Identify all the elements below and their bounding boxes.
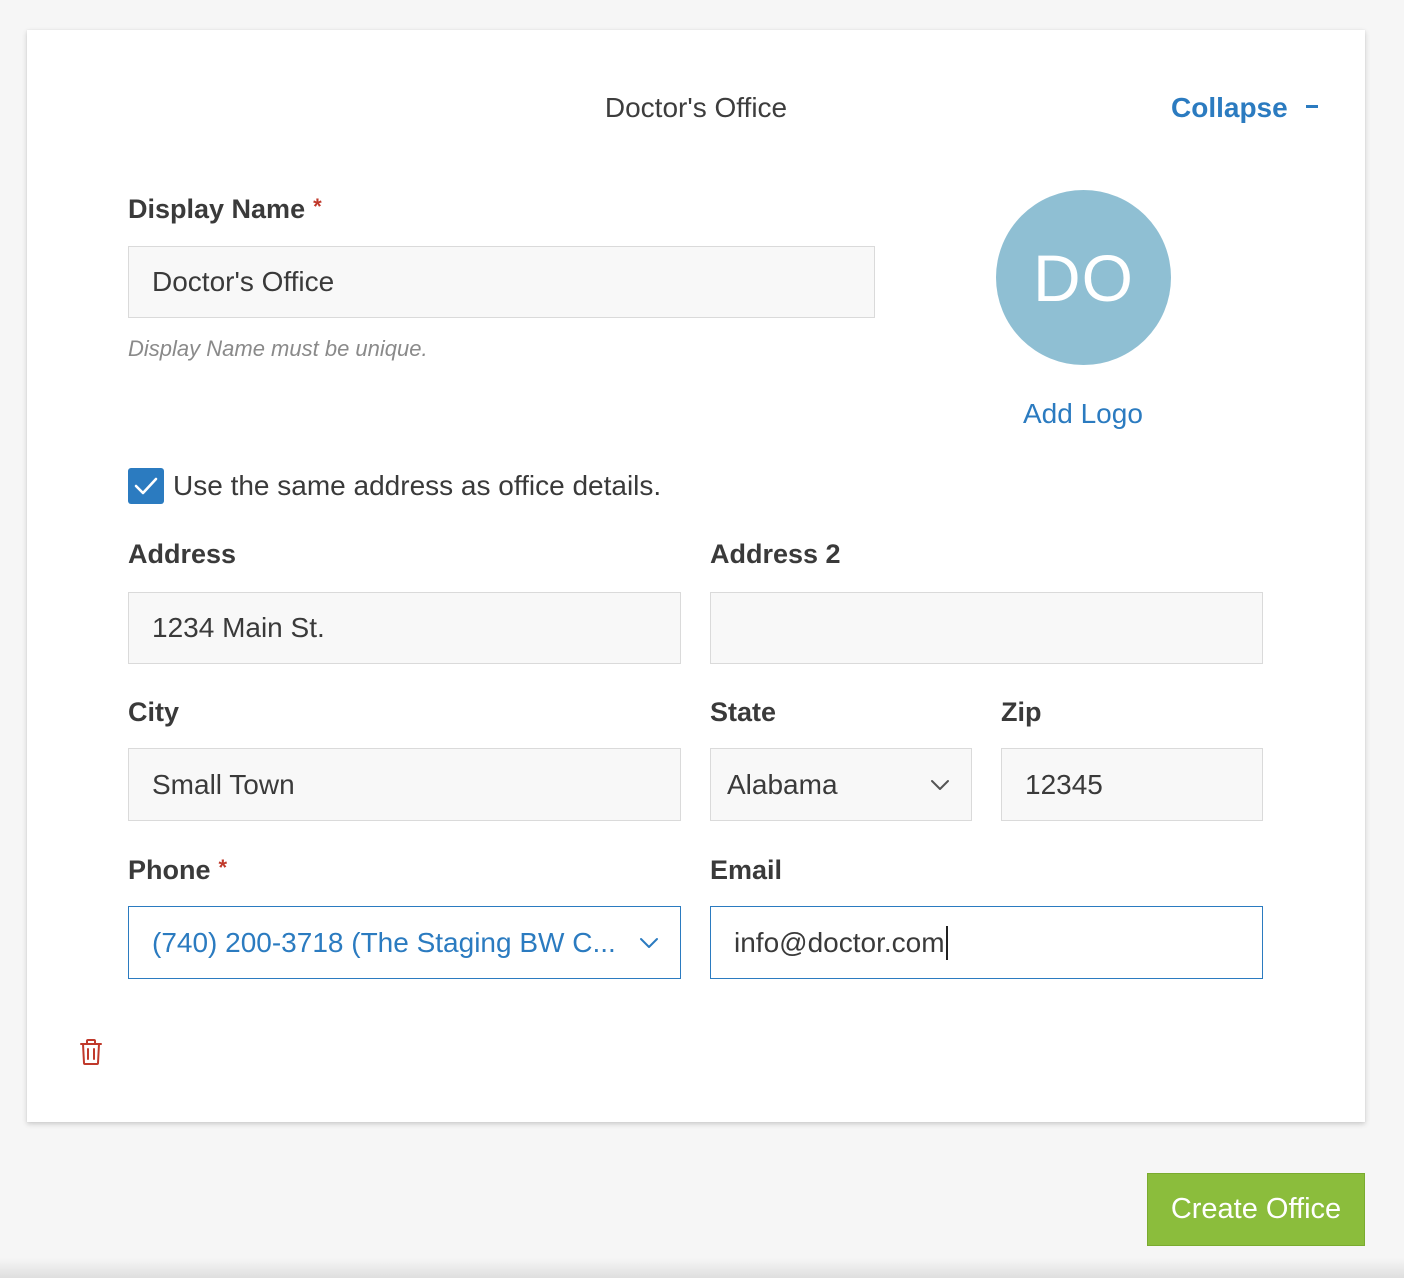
bottom-shadow	[0, 1258, 1404, 1278]
phone-label-text: Phone	[128, 855, 211, 885]
text-caret	[945, 925, 948, 960]
address-label: Address	[128, 539, 237, 569]
page: Doctor's Office Collapse Display Name * D…	[0, 0, 1404, 1278]
same-address-label[interactable]: Use the same address as office details.	[173, 470, 661, 502]
add-logo-link[interactable]: Add Logo	[1023, 398, 1143, 430]
checkmark-icon	[134, 477, 158, 495]
email-label: Email	[710, 855, 783, 885]
state-label: State	[710, 697, 777, 727]
office-card: Doctor's Office Collapse Display Name * D…	[27, 30, 1365, 1122]
state-value: Alabama	[727, 768, 838, 800]
chevron-down-icon	[640, 937, 658, 948]
display-name-label-text: Display Name	[128, 194, 306, 224]
display-name-value: Doctor's Office	[152, 266, 335, 297]
city-label: City	[128, 697, 180, 727]
logo-initials: DO	[1033, 240, 1134, 315]
display-name-input[interactable]: Doctor's Office	[128, 246, 875, 318]
collapse-button[interactable]: Collapse	[1171, 92, 1318, 124]
chevron-down-icon	[931, 779, 949, 790]
required-mark: *	[313, 194, 322, 219]
email-input[interactable]: info@doctor.com	[710, 906, 1263, 979]
city-input[interactable]: Small Town	[128, 748, 681, 821]
display-name-hint: Display Name must be unique.	[128, 336, 428, 361]
required-mark: *	[218, 855, 228, 880]
address2-input[interactable]	[710, 592, 1263, 664]
email-value: info@doctor.com	[734, 926, 945, 958]
zip-label: Zip	[1001, 697, 1042, 727]
logo-avatar: DO	[996, 190, 1171, 365]
card-title: Doctor's Office	[604, 92, 788, 123]
address-input[interactable]: 1234 Main St.	[128, 592, 681, 664]
phone-label: Phone *	[128, 855, 227, 886]
same-address-checkbox[interactable]	[128, 468, 164, 504]
create-office-button[interactable]: Create Office	[1147, 1173, 1365, 1246]
zip-value: 12345	[1025, 768, 1103, 800]
address-value: 1234 Main St.	[152, 612, 325, 643]
phone-value: (740) 200-3718 (The Staging BW C...	[152, 926, 616, 958]
trash-icon[interactable]	[78, 1037, 104, 1067]
display-name-label: Display Name *	[128, 194, 322, 225]
state-select[interactable]: Alabama	[710, 748, 972, 821]
minus-icon	[1305, 104, 1318, 108]
city-value: Small Town	[152, 768, 295, 800]
zip-input[interactable]: 12345	[1001, 748, 1263, 821]
address2-label: Address 2	[710, 539, 841, 569]
phone-select[interactable]: (740) 200-3718 (The Staging BW C...	[128, 906, 681, 979]
collapse-label: Collapse	[1171, 92, 1288, 123]
